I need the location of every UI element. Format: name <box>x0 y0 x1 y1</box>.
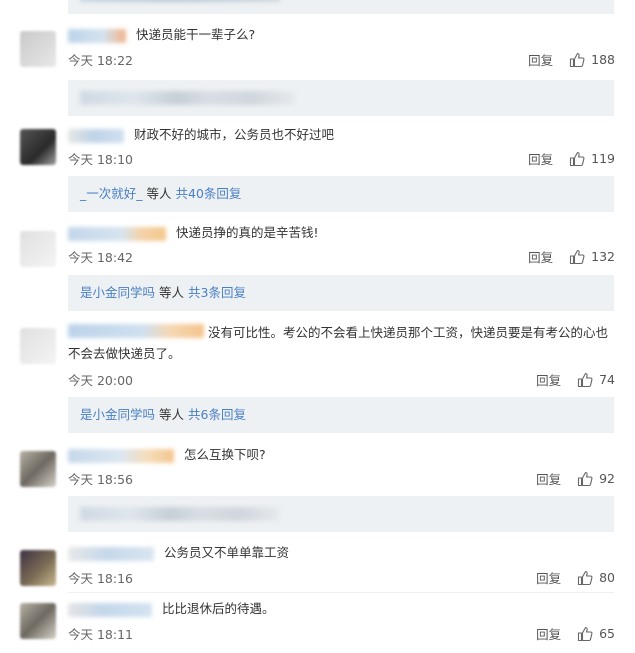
like-count: 74 <box>599 372 615 387</box>
username[interactable] <box>68 128 124 143</box>
comment-time: 今天 18:42 <box>68 250 133 265</box>
reply-summary[interactable] <box>68 496 614 532</box>
reply-button[interactable]: 回复 <box>536 624 561 643</box>
username[interactable] <box>68 448 174 463</box>
reply-summary-partial[interactable] <box>68 0 614 14</box>
comment-text: 快递员挣的真的是辛苦钱! <box>175 225 319 240</box>
avatar[interactable] <box>20 451 56 487</box>
like-icon[interactable] <box>577 570 593 586</box>
username[interactable] <box>68 226 166 241</box>
divider <box>68 592 614 593</box>
reply-button[interactable]: 回复 <box>528 50 553 69</box>
reply-others-label: 等人 <box>159 407 185 422</box>
like-count: 80 <box>599 570 615 585</box>
comment-time: 今天 18:16 <box>68 571 133 586</box>
like-count: 132 <box>591 249 615 264</box>
comment-time: 今天 20:00 <box>68 373 133 388</box>
reply-button[interactable]: 回复 <box>528 247 553 266</box>
reply-user-link[interactable]: _一次就好_ <box>80 186 143 201</box>
reply-summary[interactable]: 是小金同学吗 等人 共3条回复 <box>68 275 614 311</box>
avatar[interactable] <box>20 231 56 267</box>
like-count: 65 <box>599 626 615 641</box>
username[interactable] <box>68 546 154 561</box>
username[interactable] <box>68 28 126 43</box>
reply-button[interactable]: 回复 <box>536 469 561 488</box>
comment-text: 比比退休后的待遇。 <box>161 601 275 616</box>
reply-others-label: 等人 <box>159 285 185 300</box>
like-icon[interactable] <box>577 471 593 487</box>
reply-user-link[interactable]: 是小金同学吗 <box>80 407 155 422</box>
reply-count-link[interactable]: 共6条回复 <box>188 407 246 422</box>
like-count: 188 <box>591 52 615 67</box>
like-icon[interactable] <box>577 626 593 642</box>
avatar[interactable] <box>20 603 56 639</box>
comment-text: 公务员又不单单靠工资 <box>163 545 289 560</box>
like-icon[interactable] <box>569 151 585 167</box>
comment-time: 今天 18:10 <box>68 152 133 167</box>
reply-button[interactable]: 回复 <box>528 149 553 168</box>
comment-text: 快递员能干一辈子么? <box>135 27 256 42</box>
like-count: 119 <box>591 151 615 166</box>
reply-summary[interactable]: 是小金同学吗 等人 共6条回复 <box>68 397 614 433</box>
comment-time: 今天 18:56 <box>68 472 133 487</box>
comment-feed: 快递员能干一辈子么? 今天 18:22 回复 188 财政不好的城市，公务员也不… <box>0 0 635 653</box>
avatar[interactable] <box>20 550 56 586</box>
comment-text: 财政不好的城市，公务员也不好过吧 <box>133 127 334 142</box>
comment-time: 今天 18:11 <box>68 627 133 642</box>
avatar[interactable] <box>20 31 56 67</box>
comment-text: 怎么互换下呗? <box>183 447 266 462</box>
comment-text: 没有可比性。考公的不会看上快递员那个工资，快递员要是有考公的心也不会去做快递员了… <box>68 325 609 361</box>
reply-summary[interactable] <box>68 80 614 116</box>
reply-others-label: 等人 <box>146 186 172 201</box>
comment-time: 今天 18:22 <box>68 53 133 68</box>
username[interactable] <box>68 602 152 617</box>
avatar[interactable] <box>20 328 56 364</box>
reply-user-link[interactable]: 是小金同学吗 <box>80 285 155 300</box>
like-icon[interactable] <box>569 249 585 265</box>
reply-button[interactable]: 回复 <box>536 568 561 587</box>
avatar[interactable] <box>20 129 56 165</box>
like-icon[interactable] <box>577 372 593 388</box>
reply-button[interactable]: 回复 <box>536 370 561 389</box>
like-icon[interactable] <box>569 52 585 68</box>
reply-summary[interactable]: _一次就好_ 等人 共40条回复 <box>68 176 614 212</box>
reply-count-link[interactable]: 共3条回复 <box>188 285 246 300</box>
reply-count-link[interactable]: 共40条回复 <box>176 186 242 201</box>
like-count: 92 <box>599 471 615 486</box>
